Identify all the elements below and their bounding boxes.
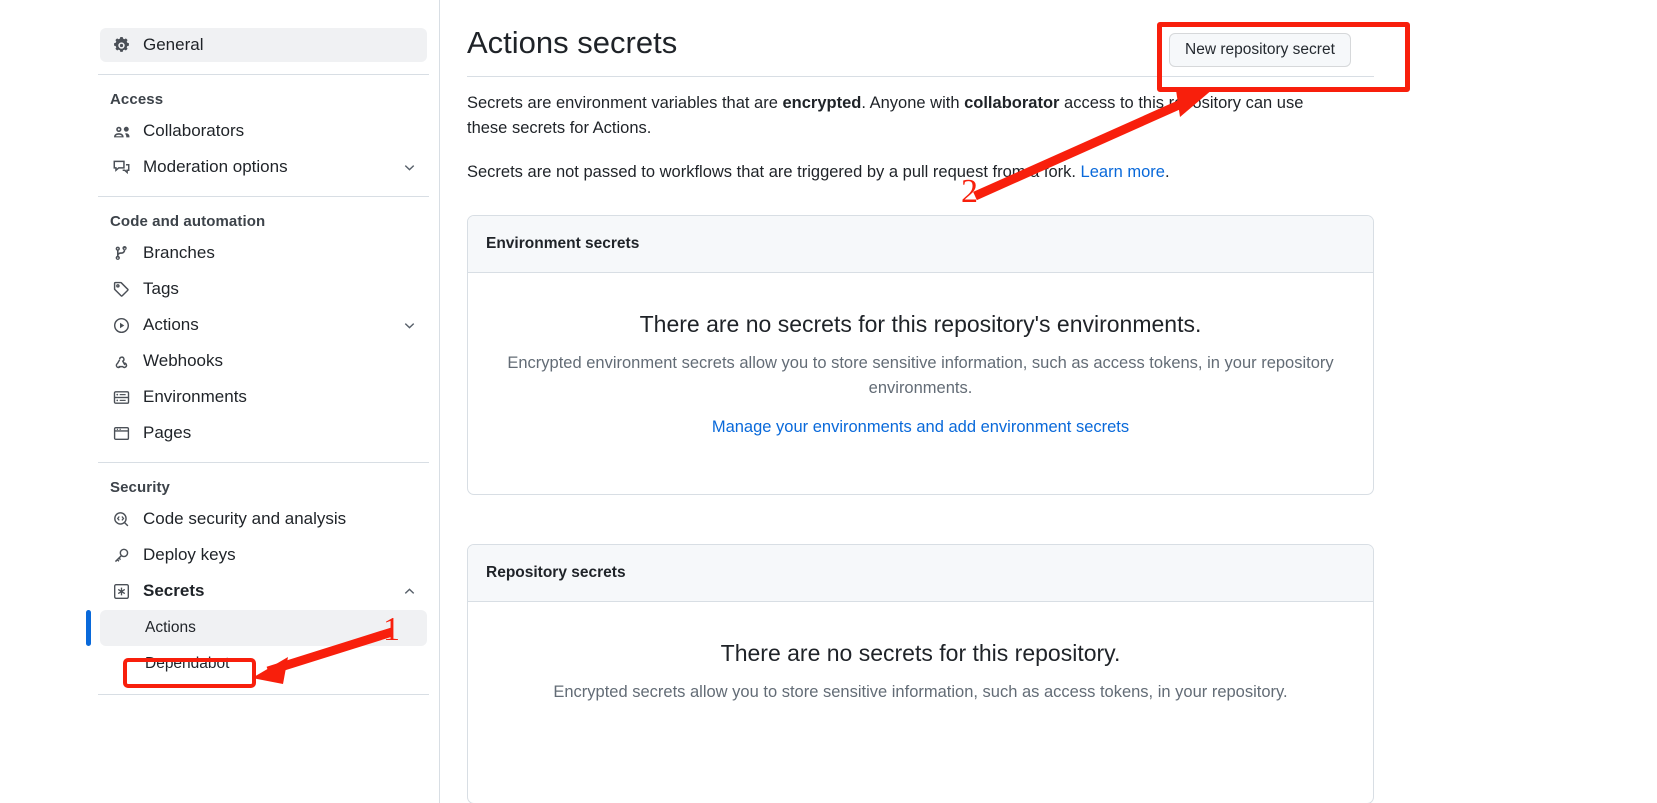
- tag-icon: [110, 278, 132, 300]
- git-branch-icon: [110, 242, 132, 264]
- sidebar-divider-4: [98, 694, 429, 695]
- browser-icon: [110, 422, 132, 444]
- environment-secrets-blank-title: There are no secrets for this repository…: [639, 311, 1202, 337]
- sidebar-item-label: General: [143, 35, 204, 54]
- sidebar-item-label: Moderation options: [143, 157, 288, 176]
- desc-p1-a: Secrets are environment variables that a…: [467, 94, 783, 112]
- sidebar-section-security: Security: [110, 479, 170, 496]
- sidebar-item-label: Tags: [143, 279, 179, 298]
- sidebar-subitem-secrets-actions[interactable]: Actions: [86, 610, 427, 646]
- sidebar-section-access: Access: [110, 91, 164, 108]
- webhook-icon: [110, 350, 132, 372]
- key-icon: [110, 544, 132, 566]
- chevron-up-icon[interactable]: [402, 584, 417, 599]
- title-divider: [467, 76, 1374, 77]
- sidebar-item-pages[interactable]: Pages: [100, 416, 427, 450]
- sidebar-item-deploy-keys[interactable]: Deploy keys: [100, 538, 427, 572]
- comment-discussion-icon: [110, 156, 132, 178]
- repository-secrets-card-header: Repository secrets: [468, 545, 1373, 602]
- sidebar-item-label: Collaborators: [143, 121, 245, 140]
- environment-secrets-card-header: Environment secrets: [468, 216, 1373, 273]
- repository-secrets-card-body: There are no secrets for this repository…: [468, 602, 1373, 735]
- asterisk-icon: [110, 580, 132, 602]
- server-icon: [110, 386, 132, 408]
- chevron-down-icon[interactable]: [402, 318, 417, 333]
- sidebar-subitem-secrets-dependabot[interactable]: Dependabot: [100, 646, 427, 682]
- sidebar-item-code-security-and-analysis[interactable]: Code security and analysis: [100, 502, 427, 536]
- sidebar-item-general[interactable]: General: [100, 28, 427, 62]
- sidebar-divider-2: [98, 196, 429, 197]
- sidebar-item-label: Webhooks: [143, 351, 224, 370]
- repository-secrets-card: Repository secrets There are no secrets …: [467, 544, 1374, 803]
- chevron-down-icon[interactable]: [402, 160, 417, 175]
- sidebar-item-moderation-options[interactable]: Moderation options: [100, 150, 427, 184]
- sidebar-item-label: Secrets: [143, 581, 205, 600]
- sidebar-item-label: Actions: [143, 315, 199, 334]
- desc-p2-a: Secrets are not passed to workflows that…: [467, 163, 1081, 181]
- sidebar-item-secrets[interactable]: Secrets: [100, 574, 427, 608]
- manage-environments-link[interactable]: Manage your environments and add environ…: [498, 418, 1343, 437]
- play-icon: [110, 314, 132, 336]
- sidebar-subitem-label: Dependabot: [145, 655, 230, 672]
- sidebar-section-code-and-automation: Code and automation: [110, 213, 266, 230]
- learn-more-link[interactable]: Learn more: [1081, 163, 1165, 181]
- page-root: General Access Collaborators Moderation …: [0, 0, 1657, 803]
- repository-secrets-blank-desc: Encrypted secrets allow you to store sen…: [553, 683, 1288, 701]
- new-repository-secret-button[interactable]: New repository secret: [1169, 33, 1351, 67]
- settings-sidebar: General Access Collaborators Moderation …: [86, 0, 440, 803]
- repository-secrets-blank-title: There are no secrets for this repository…: [720, 640, 1121, 666]
- sidebar-item-collaborators[interactable]: Collaborators: [100, 114, 427, 148]
- sidebar-item-branches[interactable]: Branches: [100, 236, 427, 270]
- gear-icon: [110, 34, 132, 56]
- sidebar-item-label: Deploy keys: [143, 545, 236, 564]
- environment-secrets-blank-desc: Encrypted environment secrets allow you …: [507, 354, 1334, 397]
- description-paragraph-1: Secrets are environment variables that a…: [467, 91, 1347, 141]
- environment-secrets-card: Environment secrets There are no secrets…: [467, 215, 1374, 495]
- sidebar-item-label: Branches: [143, 243, 215, 262]
- description-paragraph-2: Secrets are not passed to workflows that…: [467, 160, 1347, 185]
- sidebar-item-environments[interactable]: Environments: [100, 380, 427, 414]
- codescan-icon: [110, 508, 132, 530]
- page-title: Actions secrets: [467, 25, 678, 60]
- secrets-description: Secrets are environment variables that a…: [467, 91, 1347, 185]
- desc-p1-bold-collaborator: collaborator: [964, 94, 1060, 112]
- sidebar-subitem-label: Actions: [145, 619, 196, 636]
- desc-p1-bold-encrypted: encrypted: [782, 94, 862, 112]
- sidebar-item-label: Pages: [143, 423, 192, 442]
- sidebar-item-actions[interactable]: Actions: [100, 308, 427, 342]
- sidebar-item-label: Code security and analysis: [143, 509, 347, 528]
- desc-p1-b: . Anyone with: [861, 94, 965, 112]
- sidebar-item-label: Environments: [143, 387, 247, 406]
- sidebar-item-tags[interactable]: Tags: [100, 272, 427, 306]
- sidebar-divider-3: [98, 462, 429, 463]
- sidebar-divider-1: [98, 74, 429, 75]
- desc-p2-b: .: [1164, 163, 1170, 181]
- sidebar-item-webhooks[interactable]: Webhooks: [100, 344, 427, 378]
- environment-secrets-card-body: There are no secrets for this repository…: [468, 273, 1373, 467]
- people-icon: [110, 120, 132, 142]
